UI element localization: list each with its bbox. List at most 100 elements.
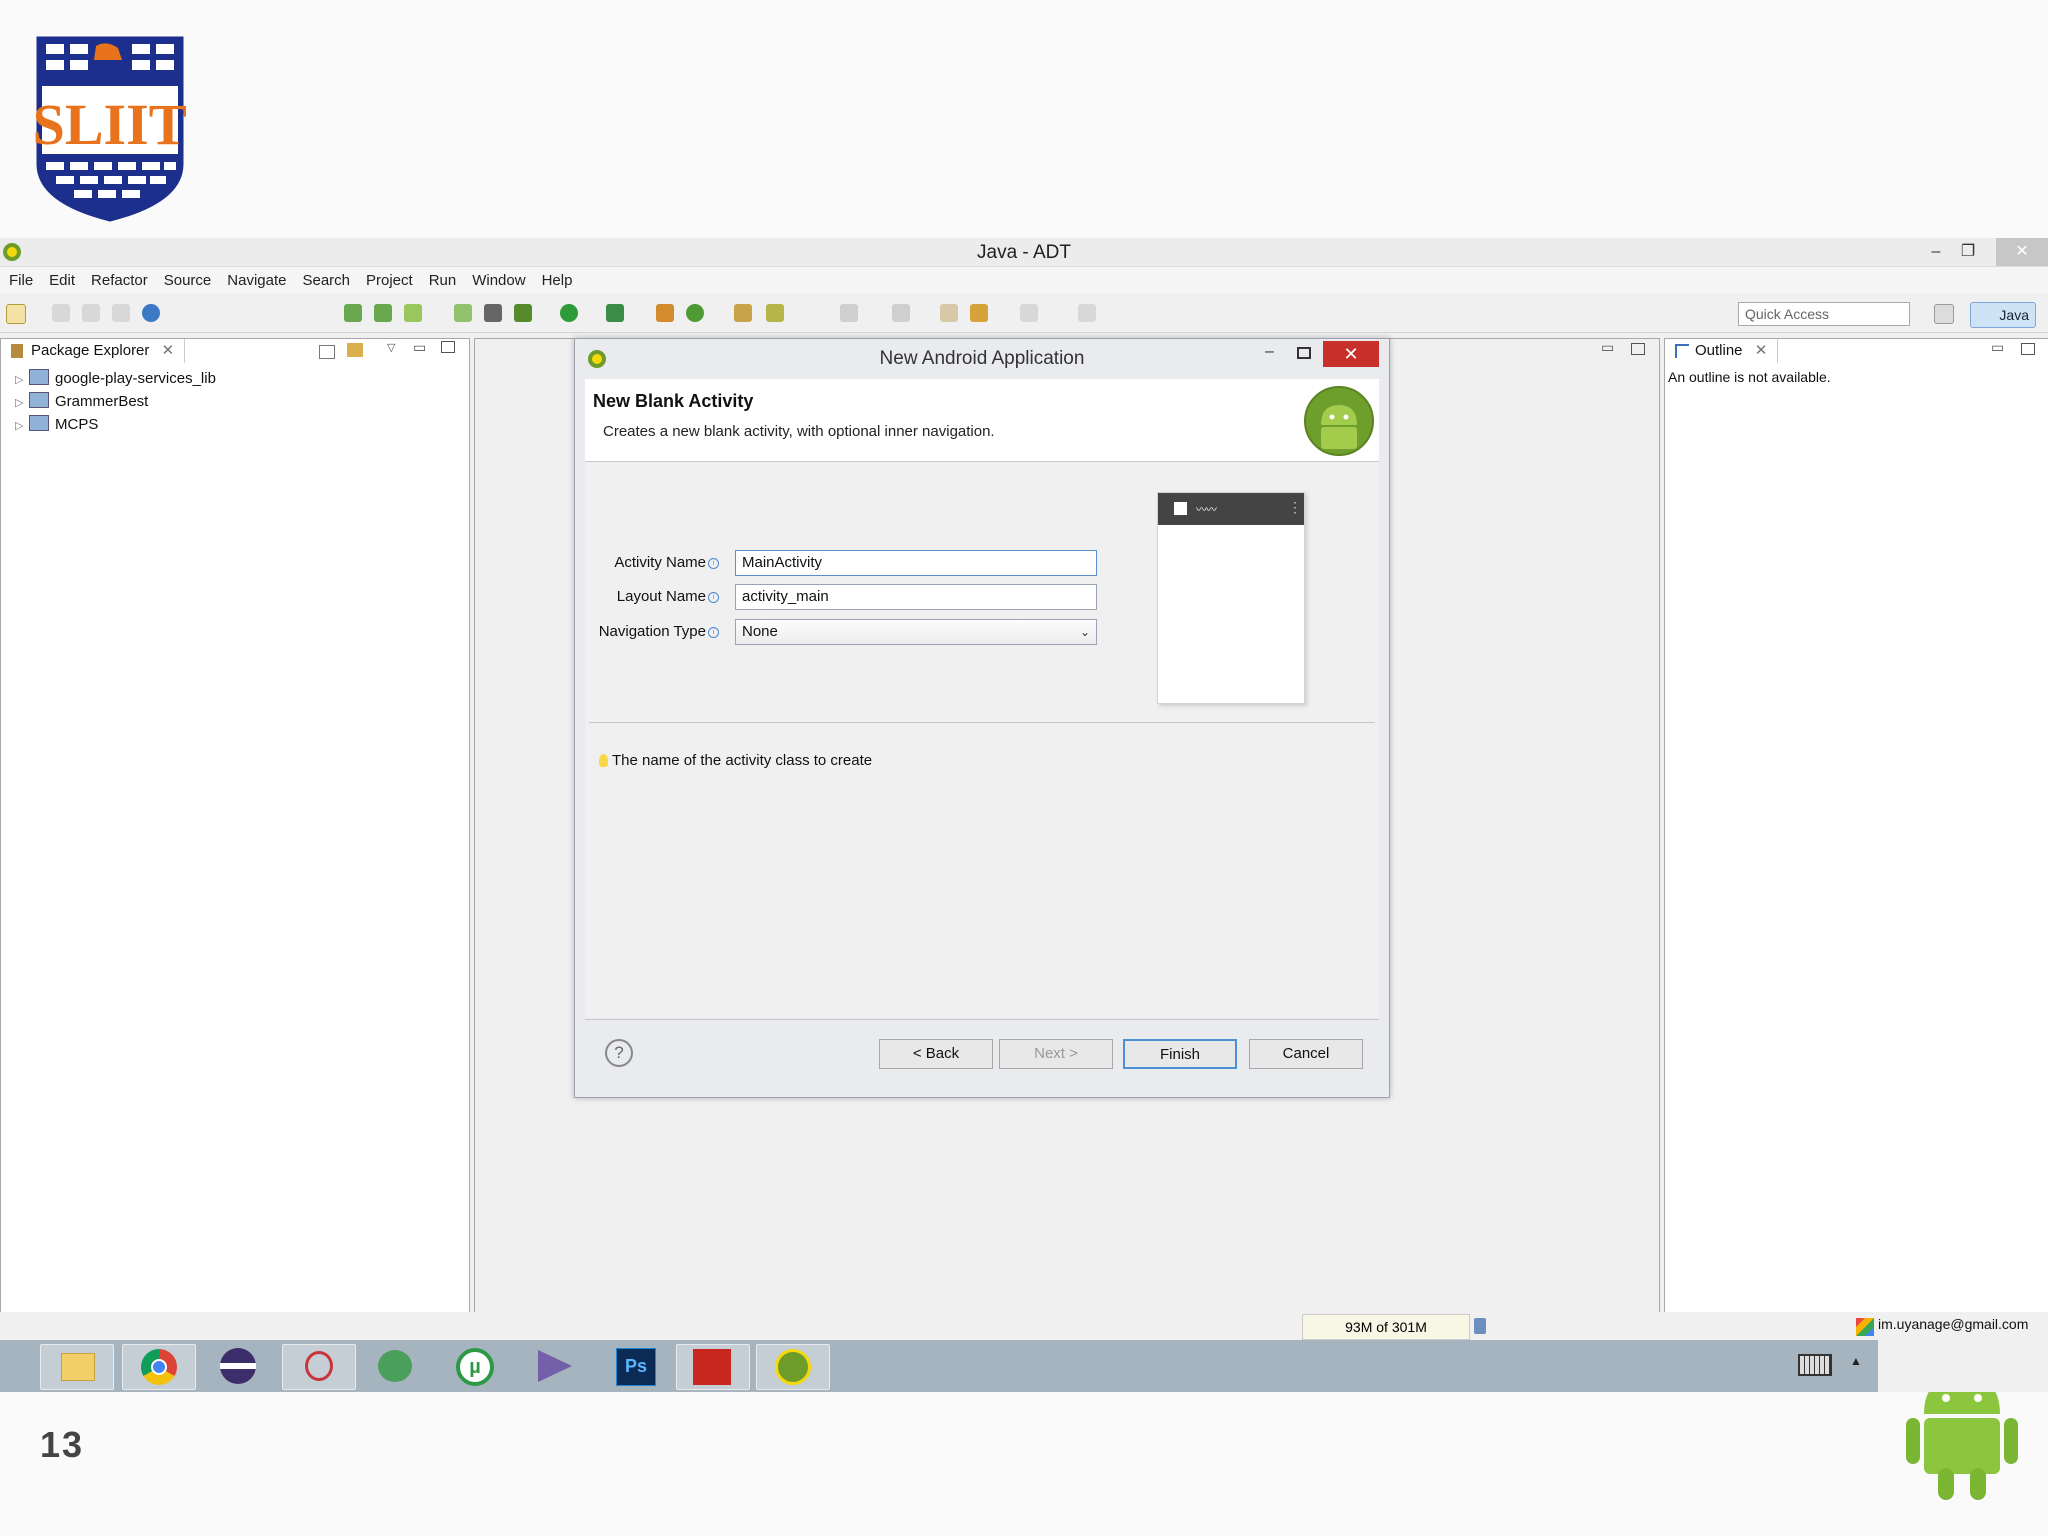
menu-project[interactable]: Project — [366, 272, 420, 289]
android-badge-icon — [1304, 386, 1374, 456]
finish-button[interactable]: Finish — [1123, 1039, 1237, 1069]
new-package-icon[interactable] — [686, 304, 704, 322]
forward-icon[interactable] — [1020, 304, 1038, 322]
menu-refactor[interactable]: Refactor — [91, 272, 155, 289]
dialog-maximize-button[interactable] — [1297, 347, 1311, 359]
taskbar-snipping-tool[interactable] — [282, 1344, 356, 1390]
collapse-all-icon[interactable] — [319, 345, 335, 359]
debug-icon[interactable] — [484, 304, 502, 322]
new-class-icon[interactable] — [656, 304, 674, 322]
layout-name-field[interactable]: activity_main — [735, 584, 1097, 610]
avd-manager-icon[interactable] — [374, 304, 392, 322]
run-icon[interactable] — [560, 304, 578, 322]
menu-edit[interactable]: Edit — [49, 272, 82, 289]
expand-icon[interactable]: ▷ — [15, 373, 29, 386]
prev-annotation-icon[interactable] — [892, 304, 910, 322]
open-type-icon[interactable] — [734, 304, 752, 322]
save-all-icon[interactable] — [82, 304, 100, 322]
chrome-icon — [141, 1349, 177, 1385]
activity-name-field[interactable]: MainActivity — [735, 550, 1097, 576]
activity-name-label: Activity Name i — [599, 554, 719, 571]
project-icon — [29, 392, 49, 408]
lint-icon[interactable] — [404, 304, 422, 322]
outline-icon — [1675, 344, 1689, 358]
dialog-heading: New Blank Activity — [593, 391, 754, 411]
bug-icon[interactable] — [514, 304, 532, 322]
lightbulb-icon — [599, 754, 608, 767]
maximize-editor-icon[interactable] — [1631, 343, 1645, 355]
debug-run-icon[interactable] — [142, 304, 160, 322]
new-android-project-icon[interactable] — [454, 304, 472, 322]
close-tab-icon[interactable]: ✕ — [1755, 342, 1768, 359]
tree-item[interactable]: ▷ google-play-services_lib — [15, 369, 216, 387]
heap-status[interactable]: 93M of 301M — [1302, 1314, 1470, 1340]
java-perspective-button[interactable]: Java — [1970, 302, 2036, 328]
link-editor-icon[interactable] — [347, 343, 363, 357]
minimize-view-icon[interactable]: ▭ — [413, 339, 426, 356]
expand-icon[interactable]: ▷ — [15, 419, 29, 432]
maximize-view-icon[interactable] — [441, 341, 455, 353]
taskbar-utorrent[interactable]: µ — [440, 1344, 512, 1388]
dialog-hint: The name of the activity class to create — [599, 752, 872, 769]
menu-search[interactable]: Search — [302, 272, 357, 289]
maximize-view-icon[interactable] — [2021, 343, 2035, 355]
navigation-type-select[interactable]: None ⌄ — [735, 619, 1097, 645]
search-icon[interactable] — [766, 304, 784, 322]
taskbar-file-explorer[interactable] — [40, 1344, 114, 1390]
external-tools-icon[interactable] — [606, 304, 624, 322]
layout-name-label-text: Layout Name — [616, 588, 706, 605]
menu-file[interactable]: File — [9, 272, 40, 289]
print-icon[interactable] — [112, 304, 130, 322]
preview-overflow-icon: ⋮ — [1288, 499, 1302, 515]
menu-help[interactable]: Help — [542, 272, 580, 289]
restore-button[interactable]: ❐ — [1948, 238, 1988, 266]
taskbar-adt[interactable] — [756, 1344, 830, 1390]
taskbar-visual-studio[interactable] — [520, 1344, 592, 1388]
keyboard-icon[interactable] — [1798, 1354, 1832, 1376]
dialog-minimize-button[interactable]: – — [1265, 343, 1274, 361]
expand-icon[interactable]: ▷ — [15, 396, 29, 409]
menu-window[interactable]: Window — [472, 272, 532, 289]
activity-preview: 〰〰 ⋮ — [1157, 492, 1305, 704]
view-menu-icon[interactable]: ▽ — [387, 341, 395, 354]
close-tab-icon[interactable]: ✕ — [162, 342, 175, 359]
minimize-view-icon[interactable]: ▭ — [1991, 339, 2004, 356]
help-button[interactable]: ? — [605, 1039, 633, 1067]
back-button[interactable]: < Back — [879, 1039, 993, 1069]
new-icon[interactable] — [6, 304, 26, 324]
tab-outline[interactable]: Outline ✕ — [1669, 339, 1779, 363]
taskbar-network[interactable] — [360, 1344, 432, 1388]
close-window-button[interactable]: ✕ — [1996, 238, 2048, 266]
cancel-button[interactable]: Cancel — [1249, 1039, 1363, 1069]
quick-access-input[interactable]: Quick Access — [1738, 302, 1910, 326]
last-edit-icon[interactable] — [940, 304, 958, 322]
taskbar-chrome[interactable] — [122, 1344, 196, 1390]
menu-navigate[interactable]: Navigate — [227, 272, 293, 289]
android-sdk-icon[interactable] — [344, 304, 362, 322]
tab-package-explorer[interactable]: Package Explorer ✕ — [5, 339, 186, 363]
save-icon[interactable] — [52, 304, 70, 322]
tray-expand-icon[interactable]: ▲ — [1850, 1354, 1862, 1368]
open-perspective-icon[interactable] — [1934, 304, 1954, 324]
tab-outline-label: Outline — [1695, 342, 1743, 359]
dialog-titlebar: New Android Application – ✕ — [575, 339, 1389, 379]
taskbar-acrobat[interactable] — [676, 1344, 750, 1390]
tree-item-label: GrammerBest — [55, 393, 149, 410]
next-annotation-icon[interactable] — [840, 304, 858, 322]
tree-item[interactable]: ▷ MCPS — [15, 415, 98, 433]
pin-editor-icon[interactable] — [1078, 304, 1096, 322]
dialog-close-button[interactable]: ✕ — [1323, 341, 1379, 367]
menu-run[interactable]: Run — [429, 272, 464, 289]
info-icon: i — [708, 558, 719, 569]
dialog-description: Creates a new blank activity, with optio… — [603, 423, 995, 440]
dialog-separator — [589, 722, 1375, 723]
trash-icon[interactable] — [1474, 1318, 1486, 1334]
taskbar-eclipse[interactable] — [202, 1344, 274, 1388]
taskbar-photoshop[interactable]: Ps — [600, 1344, 672, 1388]
menu-source[interactable]: Source — [164, 272, 219, 289]
minimize-editor-icon[interactable]: ▭ — [1601, 339, 1614, 356]
next-button[interactable]: Next > — [999, 1039, 1113, 1069]
back-icon[interactable] — [970, 304, 988, 322]
tree-item[interactable]: ▷ GrammerBest — [15, 392, 148, 410]
new-android-application-dialog: New Android Application – ✕ New Blank Ac… — [574, 338, 1390, 1098]
